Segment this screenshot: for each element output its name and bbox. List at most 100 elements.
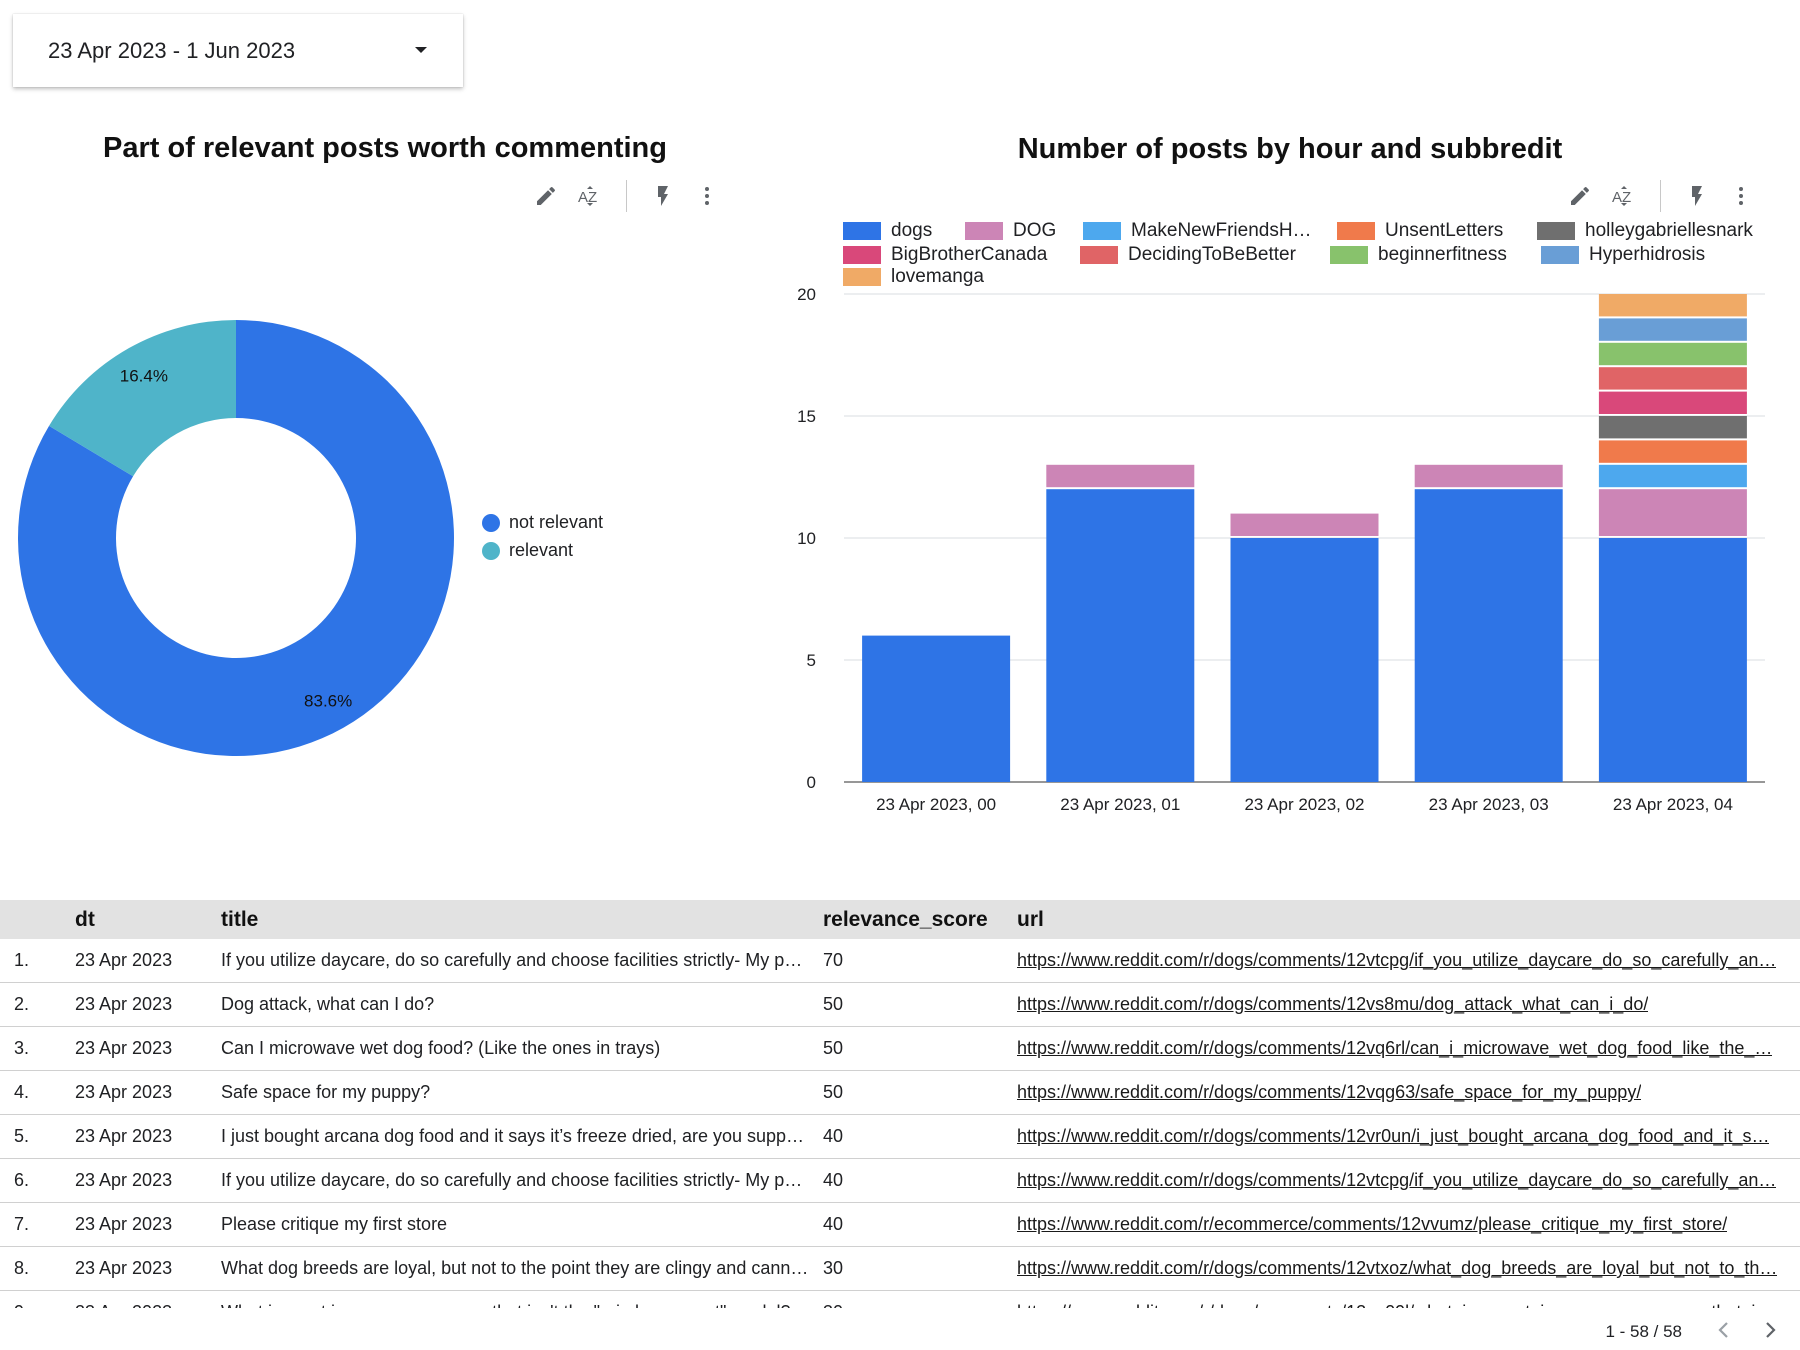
table-row[interactable]: 9. 23 Apr 2023 What is a pet insurance com… <box>0 1291 1800 1308</box>
bar-segment[interactable] <box>1598 440 1747 463</box>
cell-url[interactable]: https://www.reddit.com/r/ecommerce/comme… <box>1017 1214 1727 1235</box>
row-number: 6. <box>14 1170 30 1190</box>
cell-relevance-score: 70 <box>823 950 844 970</box>
cell-dt: 23 Apr 2023 <box>75 1038 173 1058</box>
table-row[interactable]: 8. 23 Apr 2023 What dog breeds are loyal, … <box>0 1247 1800 1291</box>
bar-segment[interactable] <box>1598 489 1747 536</box>
x-tick-label: 23 Apr 2023, 04 <box>1613 795 1733 814</box>
bar-chart-toolbar: AZ <box>1558 176 1763 216</box>
y-tick-label: 15 <box>797 407 816 426</box>
table-header: dt title relevance_score url <box>0 900 1800 939</box>
legend-label: BigBrotherCanada <box>891 244 1048 265</box>
pie-chart-title: Part of relevant posts worth commenting <box>103 132 667 164</box>
cell-url[interactable]: https://www.reddit.com/r/dogs/comments/1… <box>1017 994 1648 1015</box>
more-vert-icon[interactable] <box>1719 176 1763 216</box>
cell-title: Can I microwave wet dog food? (Like the … <box>221 1038 661 1058</box>
cell-dt: 23 Apr 2023 <box>75 994 173 1014</box>
pie-label-relevant: 16.4% <box>120 366 168 385</box>
column-header-title[interactable]: title <box>221 908 258 932</box>
cell-url[interactable]: https://www.reddit.com/r/dogs/comments/1… <box>1017 950 1776 971</box>
legend-label: beginnerfitness <box>1378 244 1507 265</box>
cell-relevance-score: 50 <box>823 1038 844 1058</box>
pencil-icon[interactable] <box>1558 176 1602 216</box>
cell-title: Please critique my first store <box>221 1214 448 1234</box>
y-tick-label: 10 <box>797 529 816 548</box>
legend-label: UnsentLetters <box>1385 220 1504 241</box>
bar-chart-title: Number of posts by hour and subbredit <box>1017 133 1563 165</box>
bar-segment[interactable] <box>1598 318 1747 341</box>
cell-title: If you utilize daycare, do so carefully … <box>221 950 803 970</box>
cell-url[interactable]: https://www.reddit.com/r/dogs/comments/1… <box>1017 1170 1776 1191</box>
pagination-count: 1 - 58 / 58 <box>1605 1322 1682 1341</box>
table-row[interactable]: 3. 23 Apr 2023 Can I microwave wet dog foo… <box>0 1027 1800 1071</box>
table-row[interactable]: 7. 23 Apr 2023 Please critique my first st… <box>0 1203 1800 1247</box>
legend-swatch <box>843 246 881 264</box>
cell-url[interactable]: https://www.reddit.com/r/dogs/comments/1… <box>1017 1126 1769 1147</box>
pie-legend-not-relevant[interactable]: not relevant <box>482 512 603 533</box>
bar-segment[interactable] <box>1598 391 1747 414</box>
cell-title: What dog breeds are loyal, but not to th… <box>221 1258 809 1278</box>
x-tick-label: 23 Apr 2023, 02 <box>1244 795 1364 814</box>
column-header-url[interactable]: url <box>1017 908 1044 932</box>
sort-az-icon[interactable]: AZ <box>1602 176 1646 216</box>
table-row[interactable]: 5. 23 Apr 2023 I just bought arcana dog fo… <box>0 1115 1800 1159</box>
chevron-left-icon[interactable] <box>1712 1318 1736 1342</box>
legend-label: not relevant <box>509 512 604 532</box>
cell-url[interactable]: https://www.reddit.com/r/dogs/comments/1… <box>1017 1038 1772 1059</box>
cell-relevance-score: 40 <box>823 1126 844 1146</box>
table-body: 1. 23 Apr 2023 If you utilize daycare, do … <box>0 939 1800 1308</box>
bar-legend-item[interactable]: BigBrotherCanada <box>843 244 1047 266</box>
bar-legend-item[interactable]: UnsentLetters <box>1337 220 1503 242</box>
cell-dt: 23 Apr 2023 <box>75 1302 172 1308</box>
sort-az-icon[interactable]: AZ <box>568 176 612 216</box>
date-range-picker[interactable]: 23 Apr 2023 - 1 Jun 2023 <box>13 14 463 87</box>
bar-segment[interactable] <box>1230 513 1379 536</box>
legend-label: DOG <box>1013 220 1057 241</box>
bar-legend-item[interactable]: DecidingToBeBetter <box>1080 244 1296 266</box>
legend-label: relevant <box>509 540 574 560</box>
bar-segment[interactable] <box>1414 464 1563 488</box>
bar-segment[interactable] <box>1598 416 1747 439</box>
column-header-relevance-score[interactable]: relevance_score <box>823 908 988 932</box>
pie-legend-relevant[interactable]: relevant <box>482 540 573 561</box>
legend-dot <box>482 541 500 560</box>
pagination: 1 - 58 / 58 <box>1400 1310 1800 1350</box>
legend-swatch <box>1541 246 1579 264</box>
cell-relevance-score: 40 <box>823 1170 844 1190</box>
cell-url[interactable]: https://www.reddit.com/r/dogs/comments/1… <box>1017 1082 1641 1103</box>
bar-segment[interactable] <box>862 635 1011 782</box>
bar-legend-item[interactable]: MakeNewFriendsH… <box>1083 220 1312 242</box>
bar-segment[interactable] <box>1598 294 1747 317</box>
table-row[interactable]: 6. 23 Apr 2023 If you utilize daycare, do … <box>0 1159 1800 1203</box>
bar-legend-item[interactable]: DOG <box>965 220 1056 242</box>
x-tick-label: 23 Apr 2023, 01 <box>1060 795 1180 814</box>
chevron-right-icon[interactable] <box>1758 1318 1782 1342</box>
legend-swatch <box>1337 222 1375 240</box>
bar-segment[interactable] <box>1598 538 1747 782</box>
bar-legend-item[interactable]: Hyperhidrosis <box>1541 244 1705 266</box>
cell-url[interactable]: https://www.reddit.com/r/dogs/comments/1… <box>1017 1302 1773 1308</box>
table-row[interactable]: 1. 23 Apr 2023 If you utilize daycare, do … <box>0 939 1800 983</box>
bar-segment[interactable] <box>1046 464 1195 488</box>
bar-segment[interactable] <box>1230 538 1379 782</box>
table-row[interactable]: 2. 23 Apr 2023 Dog attack, what can I do? 5… <box>0 983 1800 1027</box>
cell-dt: 23 Apr 2023 <box>75 1214 173 1234</box>
bolt-icon[interactable] <box>1675 176 1719 216</box>
bar-legend-item[interactable]: beginnerfitness <box>1330 244 1507 266</box>
legend-label: DecidingToBeBetter <box>1128 244 1296 265</box>
cell-relevance-score: 30 <box>823 1258 844 1278</box>
bolt-icon[interactable] <box>641 176 685 216</box>
bar-legend-item[interactable]: holleygabriellesnark <box>1537 220 1753 242</box>
bar-segment[interactable] <box>1598 367 1747 390</box>
bar-segment[interactable] <box>1046 489 1195 782</box>
bar-legend-item[interactable]: dogs <box>843 220 932 242</box>
cell-url[interactable]: https://www.reddit.com/r/dogs/comments/1… <box>1017 1258 1777 1279</box>
bar-segment[interactable] <box>1414 489 1563 782</box>
column-header-dt[interactable]: dt <box>75 908 95 932</box>
bar-segment[interactable] <box>1598 464 1747 488</box>
pencil-icon[interactable] <box>524 176 568 216</box>
table-row[interactable]: 4. 23 Apr 2023 Safe space for my puppy? 50 h… <box>0 1071 1800 1115</box>
bar-segment[interactable] <box>1598 342 1747 366</box>
more-vert-icon[interactable] <box>685 176 729 216</box>
legend-label: Hyperhidrosis <box>1589 244 1706 265</box>
